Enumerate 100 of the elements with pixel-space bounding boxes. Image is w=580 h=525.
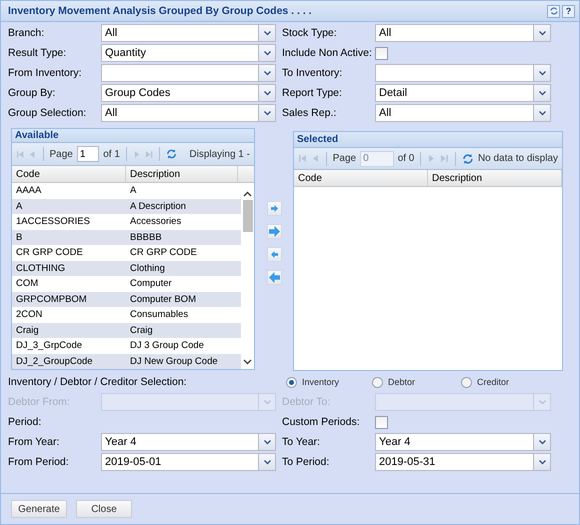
dropdown-button[interactable] [533, 84, 551, 102]
dropdown-button[interactable] [533, 24, 551, 42]
help-button[interactable]: ? [562, 4, 575, 18]
dropdown-field[interactable]: All [375, 104, 533, 122]
radio-button[interactable] [286, 376, 297, 388]
dropdown-button[interactable] [258, 64, 276, 82]
dropdown-field[interactable]: Group Codes [101, 84, 258, 102]
remove-button[interactable] [266, 247, 282, 262]
generate-button[interactable]: Generate [11, 500, 67, 518]
dropdown-button[interactable] [258, 24, 276, 42]
table-cell-text: A [129, 184, 138, 198]
column-header[interactable]: Code [12, 166, 126, 182]
paging-info: No data to display [478, 153, 559, 164]
previous-page-icon[interactable] [310, 154, 320, 163]
checkbox[interactable] [375, 416, 388, 428]
dropdown-field[interactable] [101, 393, 258, 411]
radio-button[interactable] [461, 376, 472, 388]
dropdown-field[interactable]: 2019-05-31 [375, 453, 533, 471]
dropdown-field[interactable]: 2019-05-01 [101, 453, 258, 471]
refresh-button[interactable] [547, 4, 560, 18]
dropdown-button[interactable] [258, 453, 276, 471]
page-field[interactable]: 1 [76, 146, 100, 162]
table-row[interactable]: DJ_2_GroupCode DJ New Group Code [12, 354, 241, 369]
table-row[interactable]: Craig Craig [12, 322, 241, 338]
remove-all-button[interactable] [266, 270, 282, 285]
table-cell-text: DJ New Group Code [129, 354, 219, 369]
table-row[interactable]: B BBBBB [12, 230, 241, 245]
dropdown-field[interactable]: All [375, 24, 533, 42]
refresh-icon[interactable] [166, 148, 178, 160]
table-cell-text: GRPCOMPBOM [15, 292, 88, 307]
field-label: Stock Type: [281, 27, 338, 39]
dropdown-field[interactable]: All [101, 104, 258, 122]
dropdown-field[interactable]: Quantity [101, 44, 258, 62]
table-cell-text: Craig [129, 324, 154, 338]
dropdown-button[interactable] [533, 104, 551, 122]
table-cell-text: A Description [129, 200, 187, 214]
right-arrow-icon [270, 205, 278, 212]
table-cell-text: B [15, 230, 24, 245]
table-cell-text: Clothing [129, 262, 166, 276]
field-label: Sales Rep.: [281, 107, 338, 119]
field-label: Branch: [8, 27, 46, 39]
field-label: Result Type: [8, 47, 68, 59]
chevron-down-icon [538, 110, 546, 116]
table-cell-text: Craig [15, 324, 40, 338]
page-label: Page [49, 148, 73, 160]
page-count: of 1 [103, 148, 120, 160]
radio-button[interactable] [372, 376, 383, 388]
radio-label[interactable]: Debtor [388, 377, 416, 387]
dropdown-button[interactable] [533, 453, 551, 471]
next-page-icon[interactable] [132, 150, 142, 158]
dropdown-button[interactable] [258, 44, 276, 62]
chevron-down-icon [264, 90, 270, 96]
scroll-down-icon[interactable] [243, 359, 252, 365]
column-header[interactable]: Description [428, 170, 562, 186]
dropdown-button[interactable] [258, 104, 276, 122]
first-page-icon[interactable] [298, 154, 307, 163]
panel-title: Available [15, 130, 59, 141]
field-label: Period: [8, 416, 42, 428]
table-cell-text: Consumables [129, 308, 190, 322]
scroll-thumb[interactable] [242, 200, 252, 232]
radio-label[interactable]: Inventory [302, 377, 340, 387]
dropdown-button[interactable] [258, 433, 276, 451]
close-button[interactable]: Close [76, 500, 132, 518]
last-page-icon[interactable] [440, 154, 450, 163]
table-row[interactable]: GRPCOMPBOM Computer BOM [12, 292, 241, 307]
chevron-down-icon [264, 400, 270, 404]
dropdown-button[interactable] [533, 64, 551, 82]
field-label: Inventory / Debtor / Creditor Selection: [8, 376, 188, 388]
last-page-icon[interactable] [145, 150, 154, 158]
dropdown-button[interactable] [533, 433, 551, 451]
column-header[interactable]: Description [126, 166, 238, 182]
field-label: From Inventory: [8, 67, 83, 79]
table-row[interactable]: A A Description [12, 198, 241, 214]
chevron-down-icon [264, 70, 270, 76]
table-row[interactable]: CLOTHING Clothing [12, 260, 241, 276]
next-page-icon[interactable] [427, 154, 436, 163]
dropdown-field[interactable]: Year 4 [101, 433, 258, 451]
chevron-down-icon [264, 30, 270, 36]
dropdown-field[interactable] [375, 393, 533, 411]
column-header[interactable]: Code [294, 170, 428, 186]
checkbox[interactable] [375, 46, 388, 60]
right-arrow-icon [268, 226, 280, 237]
previous-page-icon[interactable] [28, 150, 37, 158]
chevron-down-icon [264, 110, 270, 116]
dropdown-button[interactable] [258, 84, 276, 102]
table-cell-text: CR GRP CODE [15, 246, 84, 260]
dropdown-field[interactable]: Year 4 [375, 433, 533, 451]
add-button[interactable] [266, 201, 282, 216]
chevron-down-icon [538, 70, 546, 76]
first-page-icon[interactable] [16, 150, 24, 158]
dropdown-field[interactable] [375, 64, 533, 82]
dropdown-field[interactable]: Detail [375, 84, 533, 102]
dropdown-field[interactable]: All [101, 24, 258, 42]
chevron-down-icon [264, 440, 270, 444]
radio-label[interactable]: Creditor [477, 377, 510, 387]
add-all-button[interactable] [266, 224, 282, 239]
refresh-icon[interactable] [462, 152, 474, 164]
chevron-down-icon [538, 460, 546, 464]
scroll-up-icon[interactable] [243, 191, 252, 197]
dropdown-field[interactable] [101, 64, 258, 82]
